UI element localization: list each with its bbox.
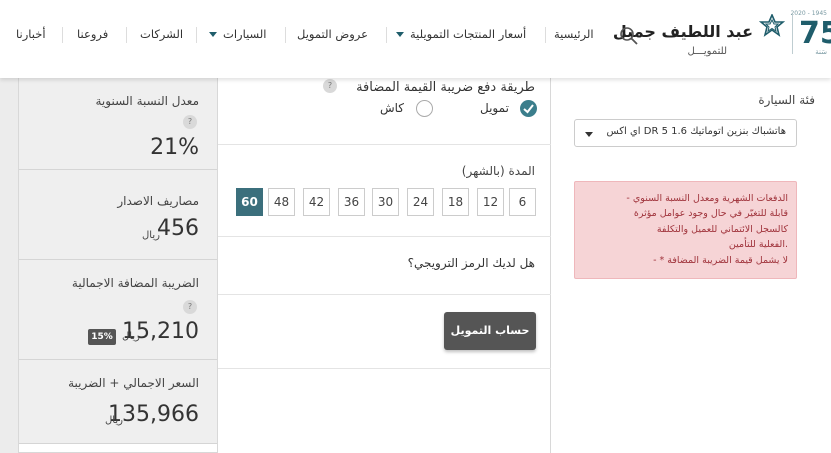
car-category-select[interactable]: اي اكس DR 5 1.6 هاتشباك بنزين اتوماتيك	[574, 119, 797, 147]
divider	[218, 236, 551, 237]
nav-product-prices[interactable]: أسعار المنتجات التمويلية	[396, 24, 526, 46]
duration-label: المدة (بالشهر)	[461, 164, 535, 178]
note-line: كالسجل الائتماني للعميل والتكلفة	[656, 224, 788, 235]
nav-companies[interactable]: الشركات	[140, 24, 183, 46]
car-category-label: فئة السيارة	[758, 93, 815, 107]
radio-cash-label[interactable]: كاش	[380, 101, 404, 115]
nav-divider	[386, 27, 387, 43]
vat-rate-badge: 15%	[88, 329, 116, 345]
apr-value: 21%	[150, 135, 199, 160]
duration-option-24[interactable]: 24	[407, 188, 434, 216]
car-selection-panel: فئة السيارة اي اكس DR 5 1.6 هاتشباك بنزي…	[551, 78, 831, 453]
radio-finance-label[interactable]: تمويل	[480, 101, 509, 115]
logo-subtitle: للتمويـــل	[687, 46, 727, 57]
radio-cash[interactable]	[416, 100, 433, 117]
site-header: 2020 - 1945 75 سَنة عبد اللطيف جميل للتم…	[0, 0, 831, 78]
car-category-value: اي اكس DR 5 1.6 هاتشباك بنزين اتوماتيك	[606, 126, 786, 137]
logo-divider	[792, 14, 793, 54]
check-icon	[523, 104, 534, 114]
chevron-down-icon	[396, 32, 404, 37]
brand-logo[interactable]: 2020 - 1945 75 سَنة عبد اللطيف جميل للتم…	[613, 8, 831, 58]
disclaimer-note: - الدفعات الشهرية ومعدل النسبة السنوي قا…	[574, 181, 797, 279]
fees-label: مصاريف الاصدار	[117, 194, 199, 208]
promo-code-toggle[interactable]: هل لديك الرمز الترويجي؟	[408, 256, 535, 270]
grand-total-block: السعر الاجمالي + الضريبة 135,966 ريال	[19, 360, 217, 444]
nav-product-prices-label: أسعار المنتجات التمويلية	[410, 27, 527, 41]
calculate-finance-button[interactable]: حساب التمويل	[444, 312, 536, 350]
fees-value: 456	[157, 216, 199, 241]
currency-label: ريال	[105, 415, 123, 426]
nav-branches[interactable]: فروعنا	[77, 24, 108, 46]
nav-finance-offers[interactable]: عروض التمويل	[297, 24, 368, 46]
chevron-down-icon	[209, 32, 217, 37]
vat-total-label: الضريبة المضافة الاجمالية	[71, 276, 199, 290]
brand-star-icon	[759, 14, 785, 37]
logo-years-bottom: سَنة	[815, 48, 827, 56]
vat-method-title: طريقة دفع ضريبة القيمة المضافة	[356, 80, 535, 95]
nav-divider	[545, 27, 546, 43]
nav-news[interactable]: أخبارنا	[16, 24, 46, 46]
nav-divider	[196, 27, 197, 43]
nav-cars[interactable]: السيارات	[209, 24, 267, 46]
apr-label: معدل النسبة السنوية	[95, 94, 199, 108]
calculator-form: طريقة دفع ضريبة القيمة المضافة ? تمويل ك…	[218, 78, 551, 453]
fees-block: مصاريف الاصدار 456 ريال	[19, 170, 217, 260]
duration-option-30[interactable]: 30	[372, 188, 399, 216]
nav-divider	[62, 27, 63, 43]
nav-home[interactable]: الرئيسية	[554, 24, 594, 46]
nav-cars-label: السيارات	[223, 27, 267, 41]
note-line: - الدفعات الشهرية ومعدل النسبة السنوي	[626, 193, 788, 204]
chevron-down-icon	[585, 132, 593, 137]
divider	[218, 144, 551, 145]
radio-finance[interactable]	[520, 100, 537, 117]
help-icon[interactable]: ?	[183, 115, 197, 129]
duration-option-60[interactable]: 60	[236, 188, 263, 216]
vat-total-block: الضريبة المضافة الاجمالية ? 15,210 ريال …	[19, 260, 217, 360]
duration-option-36[interactable]: 36	[338, 188, 365, 216]
note-line: الفعلية للتأمين.	[728, 239, 788, 250]
nav-divider	[126, 27, 127, 43]
main-nav: الرئيسية أسعار المنتجات التمويلية عروض ا…	[0, 24, 600, 46]
note-line: - * لا يشمل قيمة الضريبة المضافة	[653, 255, 788, 266]
currency-label: ريال	[142, 230, 160, 241]
grand-total-label: السعر الاجمالي + الضريبة	[68, 376, 199, 390]
duration-option-6[interactable]: 6	[509, 188, 536, 216]
divider	[218, 368, 551, 369]
duration-option-42[interactable]: 42	[303, 188, 330, 216]
divider	[218, 294, 551, 295]
duration-option-18[interactable]: 18	[442, 188, 469, 216]
duration-option-48[interactable]: 48	[268, 188, 295, 216]
note-line: قابلة للتغيّر في حال وجود عوامل مؤثرة	[633, 208, 788, 219]
apr-block: معدل النسبة السنوية ? 21%	[19, 78, 217, 170]
nav-divider	[285, 27, 286, 43]
results-panel: معدل النسبة السنوية ? 21% مصاريف الاصدار…	[18, 78, 218, 453]
help-icon[interactable]: ?	[323, 79, 337, 93]
currency-label: ريال	[122, 331, 140, 342]
help-icon[interactable]: ?	[183, 300, 197, 314]
search-icon[interactable]	[619, 26, 639, 46]
duration-option-12[interactable]: 12	[477, 188, 504, 216]
